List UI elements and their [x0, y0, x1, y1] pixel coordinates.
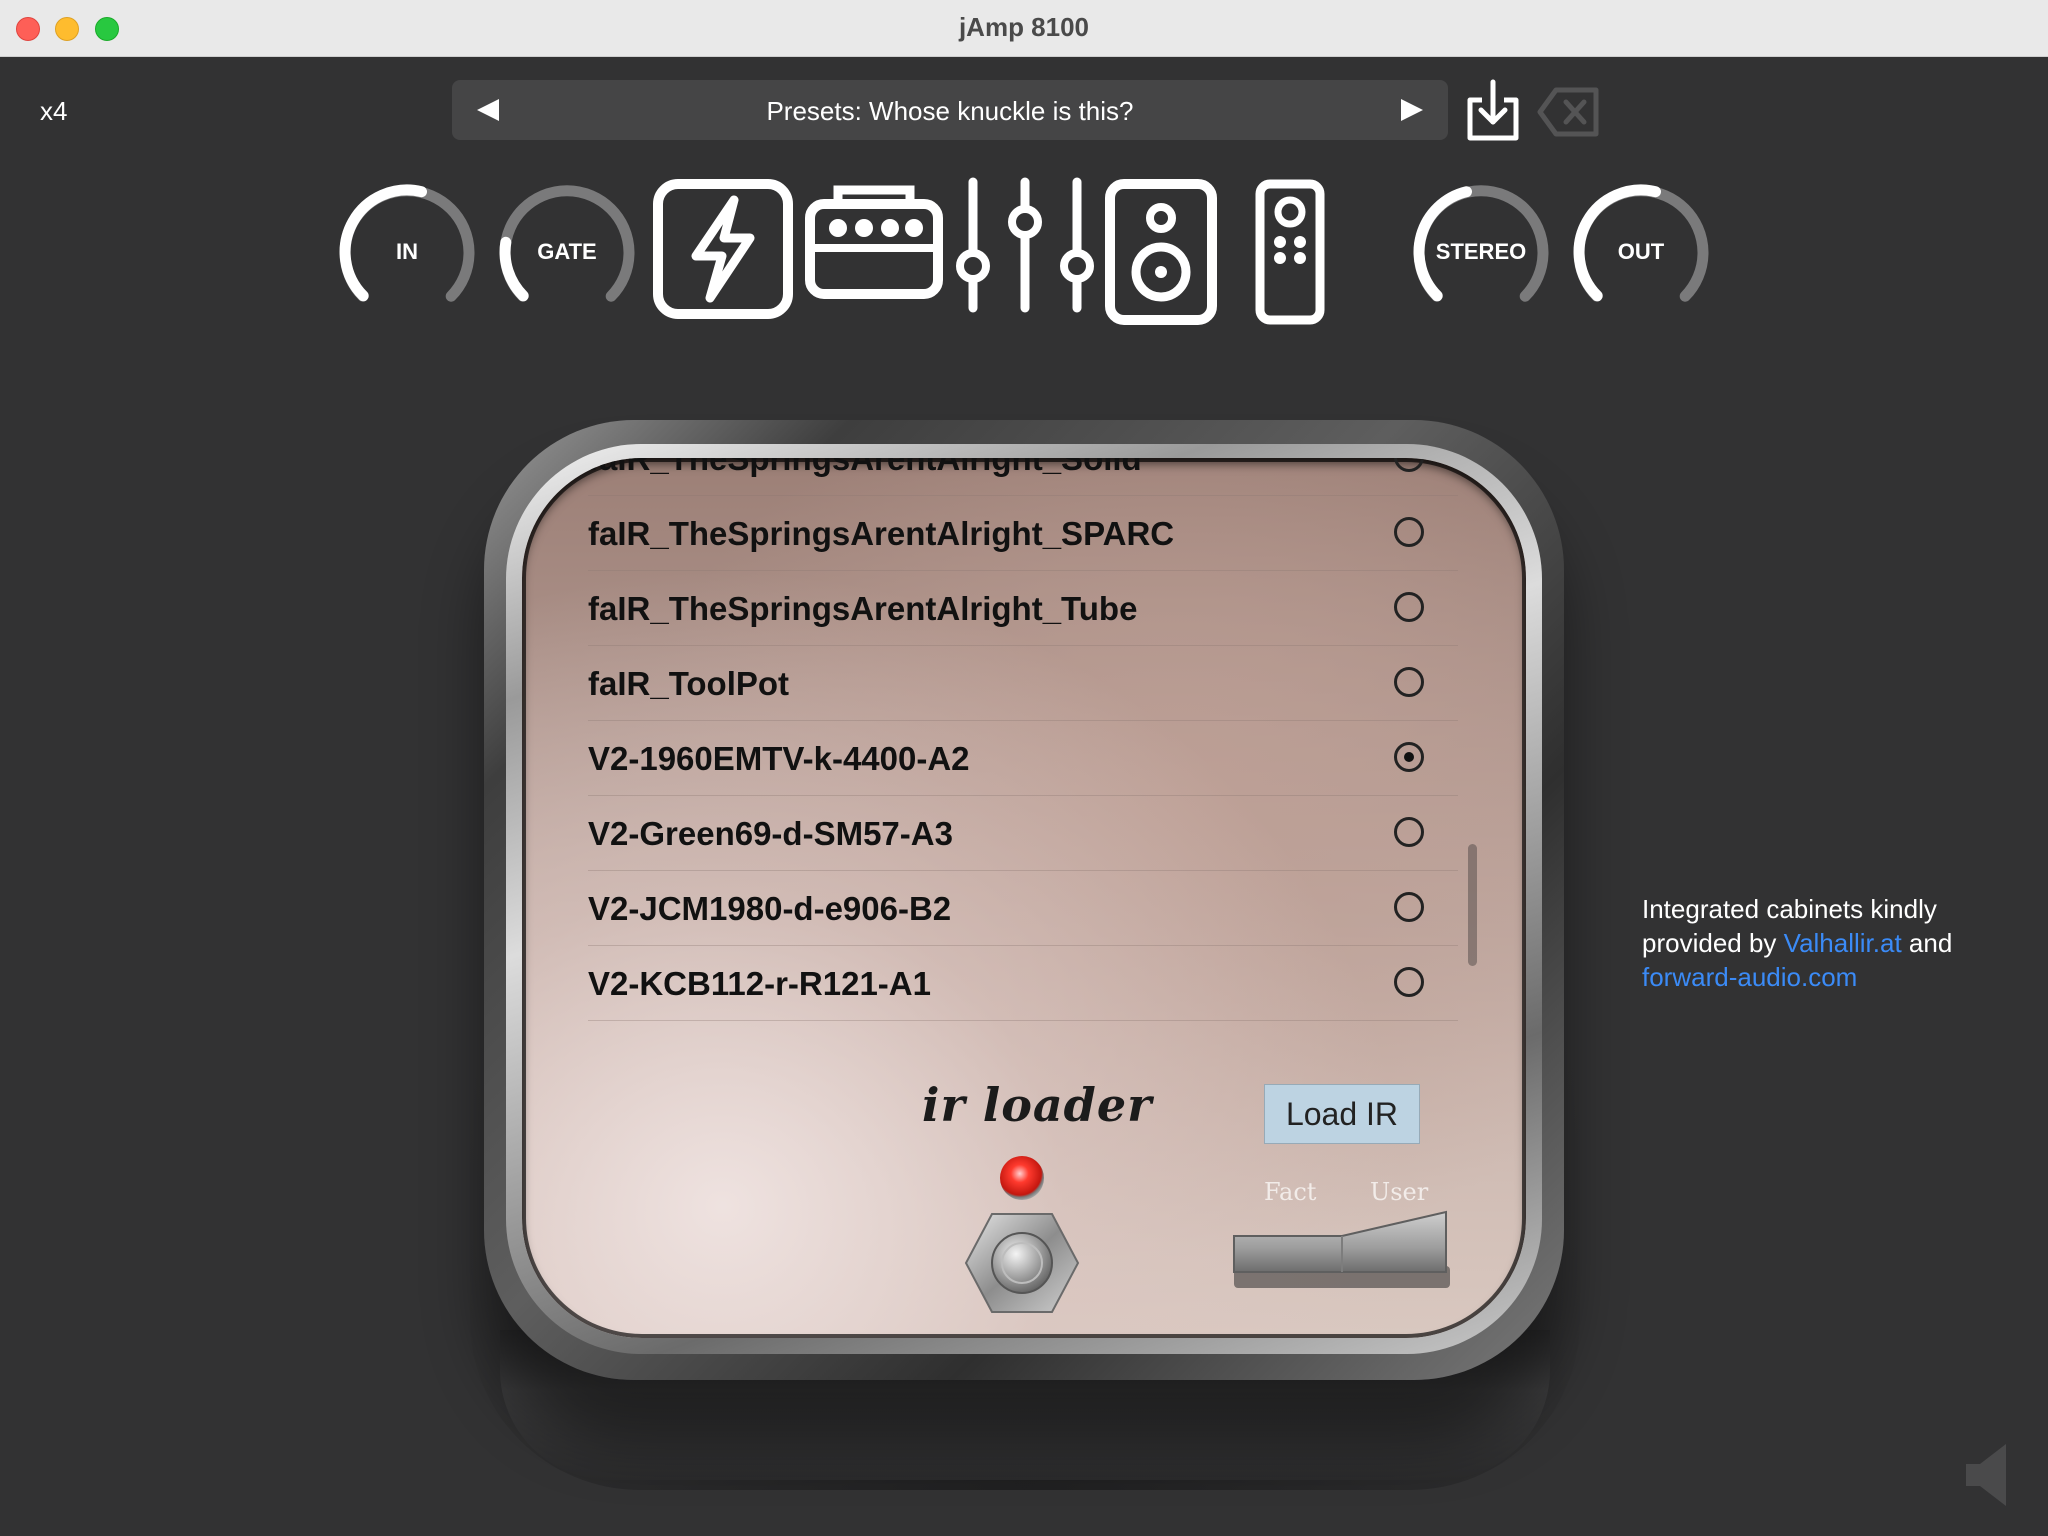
preset-name[interactable]: Presets: Whose knuckle is this?: [532, 96, 1368, 127]
factory-user-switch[interactable]: [1232, 1206, 1452, 1296]
oversampling-button[interactable]: x4: [40, 96, 67, 127]
ir-name: faIR_TheSpringsArentAlright_SPARC: [588, 515, 1175, 552]
amp-icon: [805, 185, 943, 299]
window-title: jAmp 8100: [958, 12, 1090, 42]
factory-label: Fact: [1264, 1178, 1317, 1206]
credits-and: and: [1908, 928, 1953, 958]
bypass-footswitch[interactable]: [962, 1208, 1082, 1318]
amp-module-button[interactable]: [804, 176, 944, 307]
preset-selector[interactable]: Presets: Whose knuckle is this?: [452, 80, 1448, 140]
preset-prev-button[interactable]: [458, 80, 518, 140]
stereo-knob-label: STEREO: [1435, 239, 1527, 264]
ir-radio[interactable]: [1394, 967, 1424, 997]
mixer-sliders-icon: [956, 177, 1094, 313]
ir-name: V2-Green69-d-SM57-A3: [588, 815, 953, 852]
ir-name: faIR_TheSpringsArentAlright_Solid: [588, 458, 1142, 477]
preset-next-button[interactable]: [1382, 80, 1442, 140]
delete-backspace-icon: [1537, 87, 1599, 137]
remote-module-button[interactable]: [1254, 178, 1326, 331]
gate-knob-label: GATE: [537, 239, 597, 264]
gate-knob[interactable]: GATE: [497, 182, 637, 322]
output-knob[interactable]: OUT: [1571, 182, 1711, 322]
save-preset-button[interactable]: [1462, 78, 1524, 144]
input-knob-label: IN: [396, 239, 418, 264]
ir-radio[interactable]: [1394, 667, 1424, 697]
ir-loader-panel: faIR_TheSpringsArentAlright_Solid faIR_T…: [522, 458, 1526, 1338]
ir-radio[interactable]: [1394, 892, 1424, 922]
ir-radio[interactable]: [1394, 592, 1424, 622]
user-label: User: [1370, 1178, 1429, 1206]
remote-icon: [1255, 179, 1325, 325]
ir-radio[interactable]: [1394, 817, 1424, 847]
stereo-knob[interactable]: STEREO: [1411, 182, 1551, 322]
download-save-icon: [1467, 79, 1519, 141]
output-knob-label: OUT: [1617, 239, 1665, 264]
ir-list[interactable]: faIR_TheSpringsArentAlright_Solid faIR_T…: [588, 458, 1468, 1068]
list-item[interactable]: faIR_TheSpringsArentAlright_Tube: [588, 570, 1458, 646]
ir-name: V2-JCM1980-d-e906-B2: [588, 890, 952, 927]
pedal-module-button[interactable]: [652, 178, 794, 325]
effects-module-button[interactable]: [955, 176, 1105, 319]
triangle-left-icon: [477, 99, 499, 121]
list-item[interactable]: faIR_TheSpringsArentAlright_Solid: [588, 458, 1458, 496]
title-bar: jAmp 8100: [0, 0, 2048, 57]
ir-name: V2-1960EMTV-k-4400-A2: [588, 740, 970, 777]
speaker-icon: [1966, 1444, 2006, 1506]
ir-radio[interactable]: [1394, 742, 1424, 772]
input-knob[interactable]: IN: [337, 182, 477, 322]
ir-loader-logo: ir loader: [922, 1078, 1153, 1132]
forward-audio-link[interactable]: forward-audio.com: [1642, 962, 1857, 992]
speaker-cabinet-icon: [1105, 179, 1217, 325]
list-item[interactable]: V2-JCM1980-d-e906-B2: [588, 870, 1458, 946]
mute-button[interactable]: [1962, 1440, 2012, 1510]
valhallir-link[interactable]: Valhallir.at: [1784, 928, 1902, 958]
ir-name: faIR_ToolPot: [588, 665, 790, 702]
list-item[interactable]: faIR_TheSpringsArentAlright_SPARC: [588, 495, 1458, 571]
ir-name: V2-KCB112-r-R121-A1: [588, 965, 931, 1002]
delete-preset-button[interactable]: [1536, 86, 1602, 138]
ir-radio[interactable]: [1394, 517, 1424, 547]
ir-name: faIR_TheSpringsArentAlright_Tube: [588, 590, 1138, 627]
list-item[interactable]: V2-1960EMTV-k-4400-A2: [588, 720, 1458, 796]
list-item[interactable]: V2-KCB112-r-R121-A1: [588, 945, 1458, 1021]
credits-text: Integrated cabinets kindly provided by V…: [1642, 892, 1982, 994]
ir-radio[interactable]: [1394, 458, 1424, 472]
rocker-switch-icon: [1233, 1210, 1450, 1288]
triangle-right-icon: [1401, 99, 1423, 121]
load-ir-button[interactable]: Load IR: [1264, 1084, 1420, 1144]
power-icon: [653, 179, 793, 319]
footswitch-icon: [964, 1213, 1080, 1313]
ir-list-scrollbar[interactable]: [1468, 844, 1477, 966]
list-item[interactable]: faIR_ToolPot: [588, 645, 1458, 721]
list-item[interactable]: V2-Green69-d-SM57-A3: [588, 795, 1458, 871]
status-led: [1000, 1156, 1044, 1200]
cabinet-module-button[interactable]: [1104, 178, 1218, 331]
